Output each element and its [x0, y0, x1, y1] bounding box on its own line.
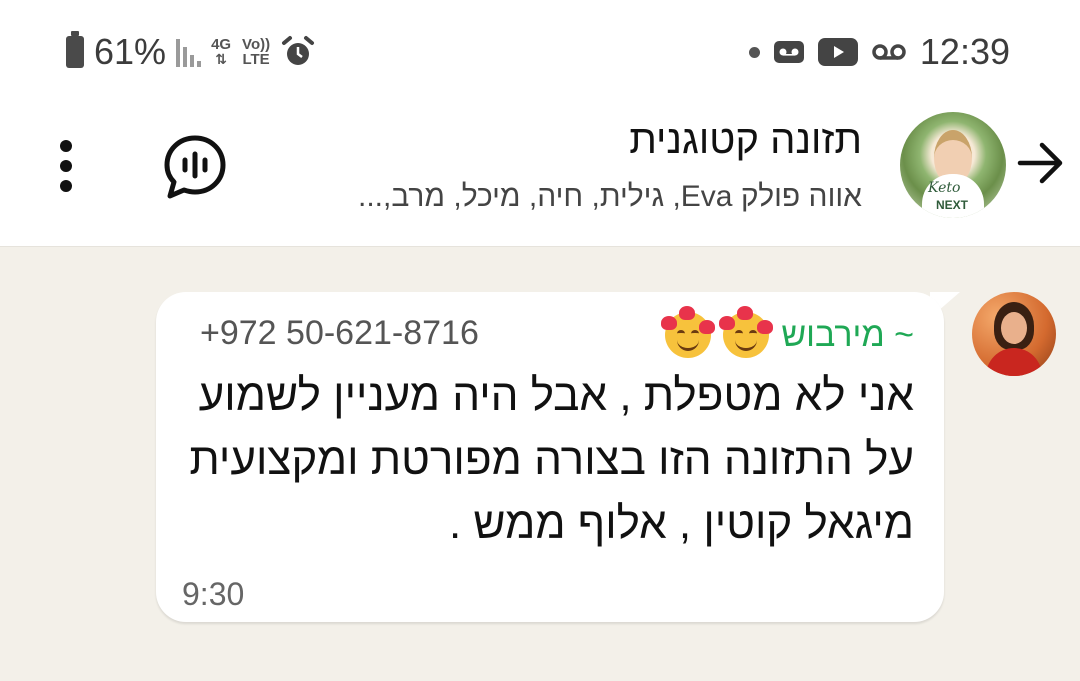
back-arrow-icon[interactable]: [1012, 135, 1068, 191]
youtube-icon: [817, 38, 858, 66]
voice-chat-icon[interactable]: [160, 132, 230, 202]
battery-percent: 61%: [94, 31, 167, 72]
volte-icon: Vo)) LTE: [242, 36, 271, 68]
voicemail-icon: [773, 41, 804, 63]
sender-phone[interactable]: +972 50-621-8716: [200, 314, 479, 353]
message-text: אני לא מטפלת , אבל היה מעניין לשמוע על ה…: [189, 371, 914, 548]
smiling-face-with-hearts-icon: [719, 306, 774, 358]
group-avatar[interactable]: Keto NEXT: [900, 112, 1006, 218]
status-right: 12:39: [748, 30, 1010, 74]
alarm-icon: [282, 36, 315, 65]
message-time: 9:30: [182, 576, 245, 612]
smiling-face-with-hearts-icon: [661, 306, 716, 358]
group-members[interactable]: אווה פולק Eva, גילית, חיה, מיכל, מרב,...: [358, 180, 862, 214]
battery-icon: [66, 31, 84, 68]
chat-header: Keto NEXT תזונה קטוגנית אווה פולק Eva, ג…: [0, 100, 1080, 247]
avatar-next-text: NEXT: [936, 198, 969, 212]
status-bar: 61% 4G ⇅ Vo)) LTE 12:39: [0, 0, 1080, 100]
avatar-keto-text: Keto: [928, 180, 961, 196]
sender-row: ~ מירבוש: [661, 306, 914, 360]
voicemail-icon: [872, 44, 906, 60]
more-options-icon[interactable]: [48, 138, 84, 194]
group-title[interactable]: תזונה קטוגנית: [629, 118, 862, 163]
message-bubble[interactable]: +972 50-621-8716 ~ מירבוש אני לא מטפלת ,…: [156, 292, 944, 622]
signal-icon: [176, 37, 202, 67]
sender-name[interactable]: ~ מירבוש: [781, 316, 914, 355]
status-left: 61% 4G ⇅ Vo)) LTE: [66, 30, 315, 74]
4g-icon: 4G ⇅: [211, 36, 232, 67]
sender-avatar[interactable]: [972, 292, 1056, 376]
dot-icon: [748, 46, 760, 58]
clock: 12:39: [919, 31, 1010, 72]
